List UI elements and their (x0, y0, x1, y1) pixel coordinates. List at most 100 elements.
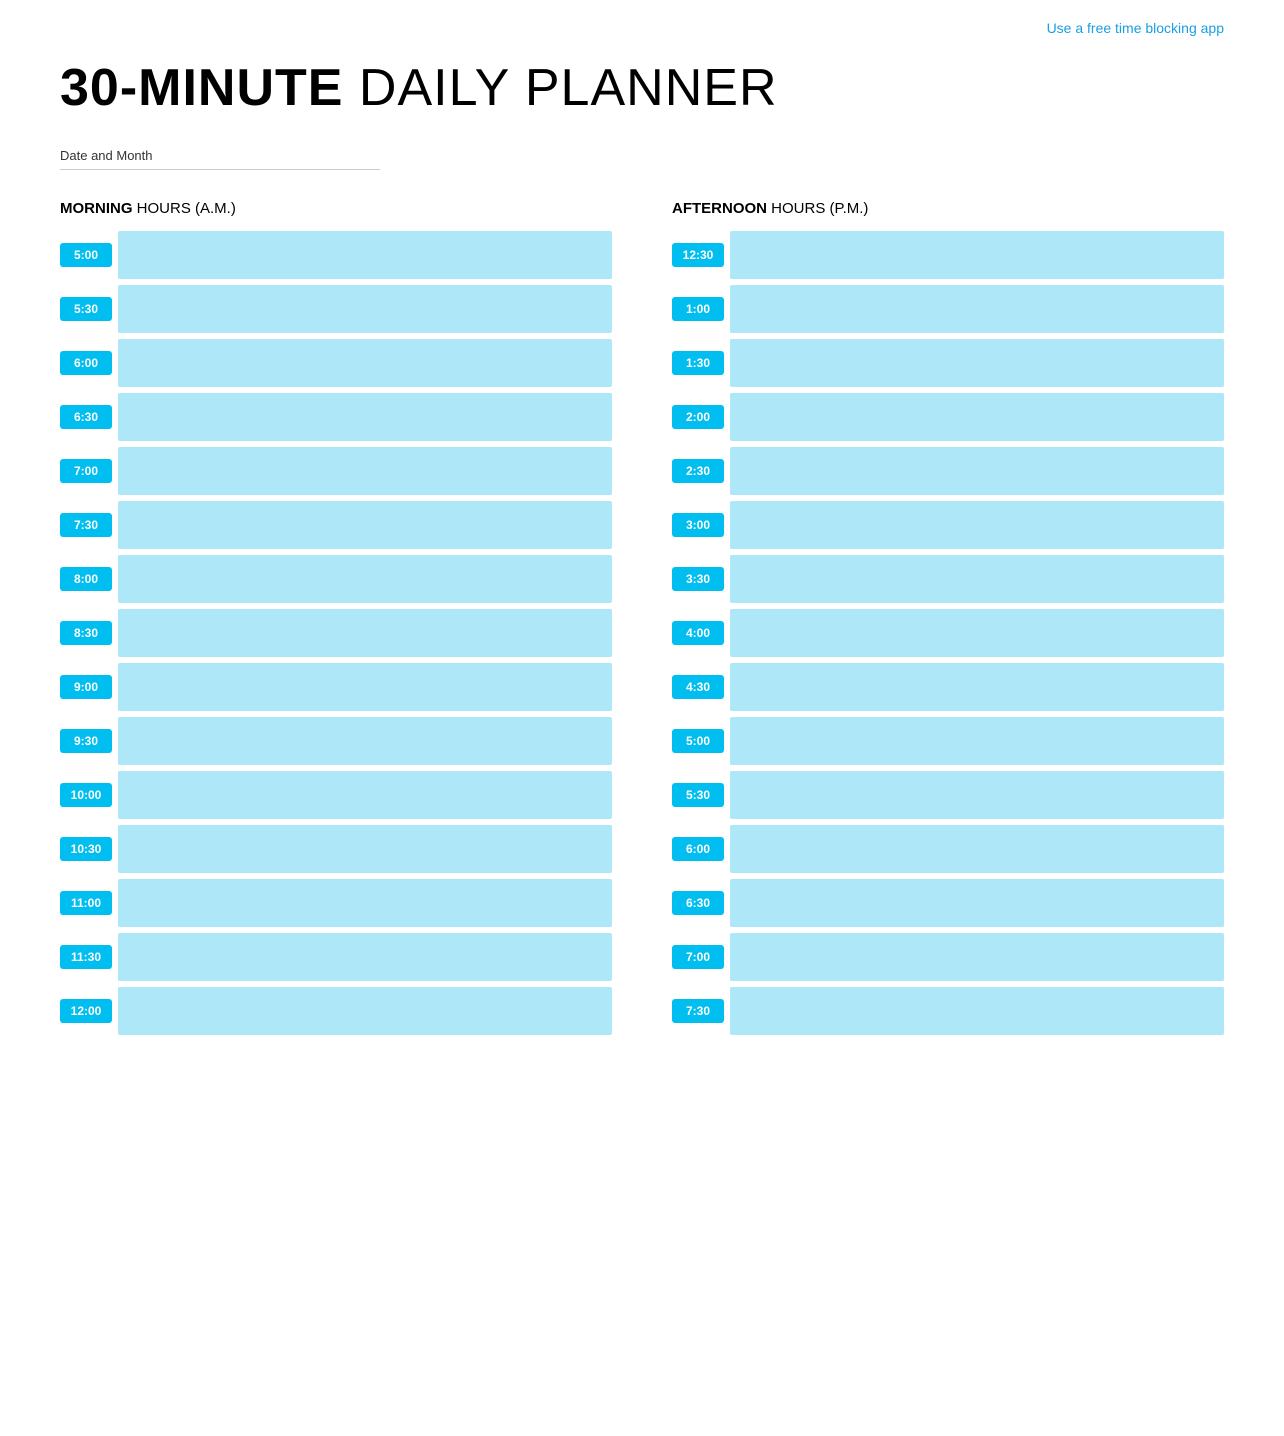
time-badge: 4:00 (672, 621, 724, 645)
time-badge: 11:30 (60, 945, 112, 969)
time-block[interactable] (730, 825, 1224, 873)
time-row: 10:00 (60, 771, 612, 819)
time-row: 4:30 (672, 663, 1224, 711)
page-title: 30-MINUTE DAILY PLANNER (60, 58, 1224, 118)
time-row: 6:00 (672, 825, 1224, 873)
time-block[interactable] (118, 285, 612, 333)
time-row: 5:30 (672, 771, 1224, 819)
date-underline (60, 169, 380, 170)
time-row: 1:00 (672, 285, 1224, 333)
time-row: 12:00 (60, 987, 612, 1035)
time-block[interactable] (118, 933, 612, 981)
time-badge: 9:00 (60, 675, 112, 699)
time-row: 12:30 (672, 231, 1224, 279)
time-block[interactable] (730, 879, 1224, 927)
time-row: 9:30 (60, 717, 612, 765)
afternoon-slots: 12:30 1:00 1:30 2:00 2:30 3:00 3:30 4:00 4:30 5:0… (672, 231, 1224, 1035)
time-badge: 7:00 (60, 459, 112, 483)
time-row: 7:00 (60, 447, 612, 495)
time-row: 2:00 (672, 393, 1224, 441)
time-block[interactable] (118, 717, 612, 765)
date-label: Date and Month (60, 148, 1224, 163)
time-badge: 12:30 (672, 243, 724, 267)
time-block[interactable] (730, 771, 1224, 819)
time-row: 5:30 (60, 285, 612, 333)
time-badge: 7:00 (672, 945, 724, 969)
time-block[interactable] (118, 555, 612, 603)
time-row: 8:30 (60, 609, 612, 657)
time-row: 9:00 (60, 663, 612, 711)
time-block[interactable] (118, 339, 612, 387)
time-row: 7:30 (60, 501, 612, 549)
time-block[interactable] (118, 447, 612, 495)
time-badge: 6:00 (60, 351, 112, 375)
time-badge: 12:00 (60, 999, 112, 1023)
time-badge: 6:30 (60, 405, 112, 429)
time-row: 5:00 (60, 231, 612, 279)
time-badge: 8:00 (60, 567, 112, 591)
time-row: 2:30 (672, 447, 1224, 495)
time-badge: 10:00 (60, 783, 112, 807)
time-badge: 6:00 (672, 837, 724, 861)
time-row: 3:30 (672, 555, 1224, 603)
time-badge: 10:30 (60, 837, 112, 861)
time-block[interactable] (730, 339, 1224, 387)
time-block[interactable] (118, 393, 612, 441)
time-block[interactable] (118, 609, 612, 657)
time-row: 1:30 (672, 339, 1224, 387)
time-row: 11:30 (60, 933, 612, 981)
time-row: 6:30 (672, 879, 1224, 927)
top-link[interactable]: Use a free time blocking app (1047, 20, 1224, 36)
planner-grid: MORNING HOURS (A.M.) 5:00 5:30 6:00 6:30 7:0… (60, 200, 1224, 1041)
time-row: 5:00 (672, 717, 1224, 765)
afternoon-column: AFTERNOON HOURS (P.M.) 12:30 1:00 1:30 2:00… (672, 200, 1224, 1041)
time-badge: 5:30 (60, 297, 112, 321)
time-block[interactable] (118, 501, 612, 549)
time-block[interactable] (118, 825, 612, 873)
time-block[interactable] (730, 393, 1224, 441)
time-row: 3:00 (672, 501, 1224, 549)
time-block[interactable] (118, 987, 612, 1035)
time-badge: 4:30 (672, 675, 724, 699)
time-row: 11:00 (60, 879, 612, 927)
time-badge: 6:30 (672, 891, 724, 915)
time-badge: 5:30 (672, 783, 724, 807)
time-row: 6:00 (60, 339, 612, 387)
time-row: 4:00 (672, 609, 1224, 657)
time-block[interactable] (118, 879, 612, 927)
time-badge: 9:30 (60, 729, 112, 753)
time-block[interactable] (730, 501, 1224, 549)
time-block[interactable] (118, 663, 612, 711)
time-badge: 5:00 (60, 243, 112, 267)
time-row: 7:00 (672, 933, 1224, 981)
time-row: 6:30 (60, 393, 612, 441)
time-badge: 2:30 (672, 459, 724, 483)
time-badge: 1:30 (672, 351, 724, 375)
morning-column: MORNING HOURS (A.M.) 5:00 5:30 6:00 6:30 7:0… (60, 200, 612, 1041)
time-badge: 3:30 (672, 567, 724, 591)
time-row: 10:30 (60, 825, 612, 873)
time-badge: 7:30 (672, 999, 724, 1023)
time-row: 7:30 (672, 987, 1224, 1035)
time-badge: 1:00 (672, 297, 724, 321)
time-badge: 11:00 (60, 891, 112, 915)
morning-header: MORNING HOURS (A.M.) (60, 200, 612, 217)
time-badge: 3:00 (672, 513, 724, 537)
time-badge: 5:00 (672, 729, 724, 753)
time-block[interactable] (730, 231, 1224, 279)
time-block[interactable] (730, 609, 1224, 657)
time-block[interactable] (730, 717, 1224, 765)
afternoon-header: AFTERNOON HOURS (P.M.) (672, 200, 1224, 217)
morning-slots: 5:00 5:30 6:00 6:30 7:00 7:30 8:00 8:30 9:00 9:30… (60, 231, 612, 1035)
time-row: 8:00 (60, 555, 612, 603)
time-block[interactable] (730, 555, 1224, 603)
time-badge: 8:30 (60, 621, 112, 645)
time-block[interactable] (730, 285, 1224, 333)
time-block[interactable] (118, 771, 612, 819)
time-block[interactable] (730, 447, 1224, 495)
time-block[interactable] (118, 231, 612, 279)
time-block[interactable] (730, 933, 1224, 981)
time-badge: 2:00 (672, 405, 724, 429)
time-block[interactable] (730, 987, 1224, 1035)
time-block[interactable] (730, 663, 1224, 711)
